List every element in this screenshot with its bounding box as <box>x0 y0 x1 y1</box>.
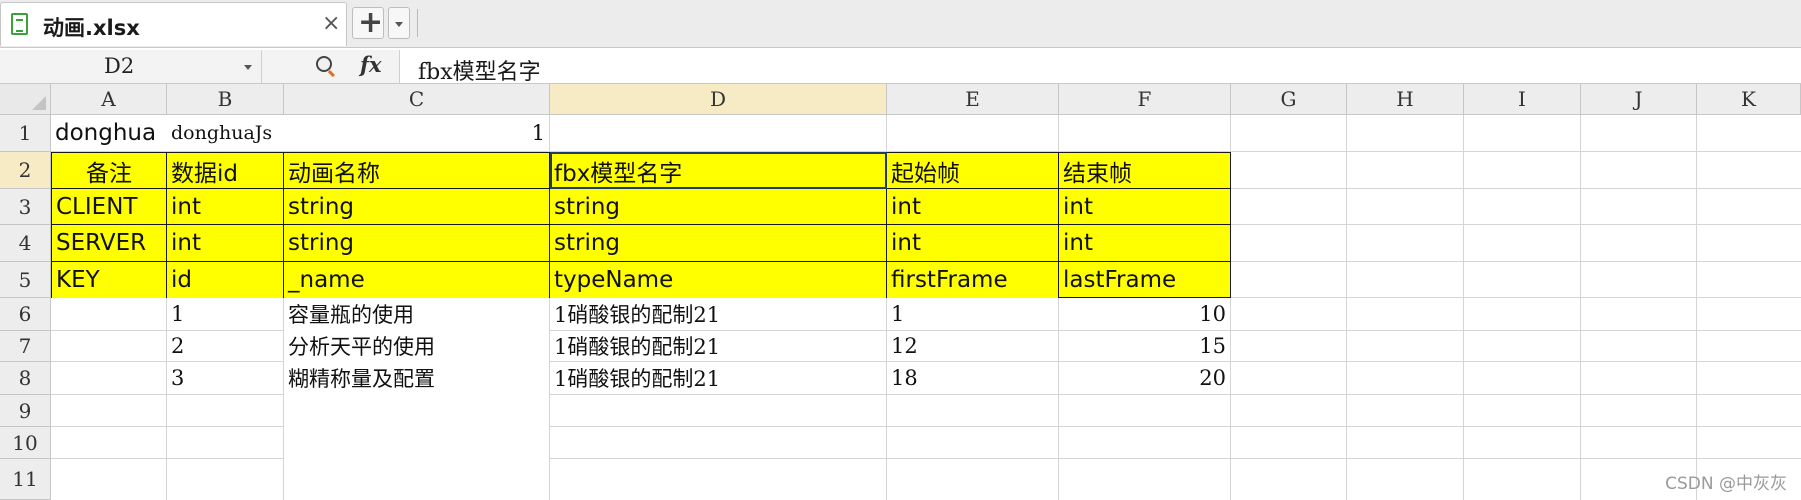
column-header-g[interactable]: G <box>1231 84 1347 115</box>
cell-e4[interactable]: int <box>887 225 1059 262</box>
cell-b6[interactable]: 1 <box>167 298 283 330</box>
zoom-icon[interactable] <box>316 56 332 72</box>
cell-d8[interactable]: 1硝酸银的配制21 <box>550 362 886 394</box>
cell-e6[interactable]: 1 <box>887 298 1058 330</box>
row-header-5[interactable]: 5 <box>0 262 51 298</box>
cell-e7[interactable]: 12 <box>887 331 1058 361</box>
row-header-9[interactable]: 9 <box>0 395 51 427</box>
close-tab-icon[interactable]: × <box>322 11 340 36</box>
cell-c-fill <box>284 395 549 500</box>
name-box[interactable]: D2 <box>0 50 262 83</box>
cell-b2[interactable]: 数据id <box>167 152 284 189</box>
cell-f4[interactable]: int <box>1059 225 1231 262</box>
row-header-10[interactable]: 10 <box>0 427 51 459</box>
column-header-h[interactable]: H <box>1347 84 1464 115</box>
formula-bar: D2 fx fbx模型名字 <box>0 50 1801 86</box>
column-header-e[interactable]: E <box>887 84 1059 115</box>
cell-c3[interactable]: string <box>284 189 550 225</box>
cell-f6[interactable]: 10 <box>1059 298 1230 330</box>
cell-a1[interactable]: donghua <box>51 115 167 151</box>
cell-f7[interactable]: 15 <box>1059 331 1230 361</box>
new-tab-button[interactable]: + <box>352 5 384 40</box>
cell-f2[interactable]: 结束帧 <box>1059 152 1231 189</box>
row-header-1[interactable]: 1 <box>0 115 51 152</box>
watermark: CSDN @中灰灰 <box>1665 474 1787 494</box>
cell-a5[interactable]: KEY <box>51 262 167 298</box>
cell-c1[interactable]: 1 <box>284 115 549 151</box>
cell-d4[interactable]: string <box>550 225 887 262</box>
column-header-c[interactable]: C <box>284 84 550 115</box>
formula-input[interactable]: fbx模型名字 <box>418 54 541 86</box>
gridline <box>1346 115 1347 500</box>
cell-b3[interactable]: int <box>167 189 284 225</box>
cell-b5[interactable]: id <box>167 262 284 298</box>
cell-c5[interactable]: _name <box>284 262 550 298</box>
tab-bar: 动画.xlsx × + <box>0 0 1801 48</box>
spreadsheet-grid: A B C D E F G H I J K 1 2 3 4 5 6 7 8 9 … <box>0 84 1801 500</box>
column-header-b[interactable]: B <box>167 84 284 115</box>
cell-f5[interactable]: lastFrame <box>1059 262 1231 298</box>
row-header-2[interactable]: 2 <box>0 152 51 189</box>
document-tab[interactable]: 动画.xlsx × <box>0 2 347 46</box>
cell-a4[interactable]: SERVER <box>51 225 167 262</box>
cell-d2[interactable]: fbx模型名字 <box>550 152 887 189</box>
insert-function-icon[interactable]: fx <box>360 52 382 77</box>
tab-divider <box>417 9 418 37</box>
gridline <box>1696 115 1697 500</box>
cell-c8[interactable]: 糊精称量及配置 <box>284 361 549 395</box>
cell-b7[interactable]: 2 <box>167 331 283 361</box>
formula-tools: fx <box>262 50 400 83</box>
plus-icon: + <box>358 5 384 40</box>
row-header-11[interactable]: 11 <box>0 459 51 500</box>
document-tab-title: 动画.xlsx <box>43 16 140 40</box>
cell-reference: D2 <box>104 54 135 78</box>
cell-e2[interactable]: 起始帧 <box>887 152 1059 189</box>
cell-a2[interactable]: 备注 <box>51 152 167 189</box>
cell-d5[interactable]: typeName <box>550 262 887 298</box>
cell-e5[interactable]: firstFrame <box>887 262 1059 298</box>
name-box-dropdown-icon[interactable] <box>244 65 252 70</box>
gridline <box>1580 115 1581 500</box>
column-header-k[interactable]: K <box>1697 84 1801 115</box>
row-header-3[interactable]: 3 <box>0 189 51 225</box>
column-header-d[interactable]: D <box>550 84 887 115</box>
column-header-j[interactable]: J <box>1581 84 1697 115</box>
row-header-4[interactable]: 4 <box>0 225 51 262</box>
cell-c6[interactable]: 容量瓶的使用 <box>284 298 549 330</box>
tab-menu-dropdown-icon[interactable] <box>388 7 410 39</box>
row-header-8[interactable]: 8 <box>0 362 51 395</box>
cell-b8[interactable]: 3 <box>167 362 283 394</box>
row-header-6[interactable]: 6 <box>0 298 51 331</box>
column-header-i[interactable]: I <box>1464 84 1581 115</box>
cell-d6[interactable]: 1硝酸银的配制21 <box>550 298 886 330</box>
cell-d7[interactable]: 1硝酸银的配制21 <box>550 331 886 361</box>
cell-d3[interactable]: string <box>550 189 887 225</box>
cell-c7[interactable]: 分析天平的使用 <box>284 330 549 362</box>
cell-b1[interactable]: donghuaJs <box>167 115 284 151</box>
column-header-a[interactable]: A <box>51 84 167 115</box>
gridline <box>1463 115 1464 500</box>
cell-e8[interactable]: 18 <box>887 362 1058 394</box>
cell-c2[interactable]: 动画名称 <box>284 152 550 189</box>
cell-f3[interactable]: int <box>1059 189 1231 225</box>
cell-a3[interactable]: CLIENT <box>51 189 167 225</box>
row-header-7[interactable]: 7 <box>0 331 51 362</box>
cell-f8[interactable]: 20 <box>1059 362 1230 394</box>
spreadsheet-file-icon <box>11 13 28 35</box>
cell-b4[interactable]: int <box>167 225 284 262</box>
select-all-corner[interactable] <box>0 84 51 115</box>
cell-c4[interactable]: string <box>284 225 550 262</box>
column-header-f[interactable]: F <box>1059 84 1231 115</box>
cell-e3[interactable]: int <box>887 189 1059 225</box>
